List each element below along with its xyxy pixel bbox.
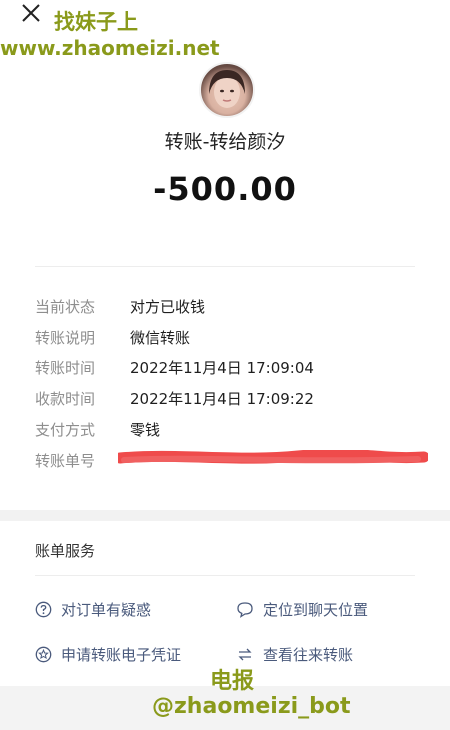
section-separator [0, 510, 450, 521]
service-view-transfers[interactable]: 查看往来转账 [236, 644, 353, 665]
services-title: 账单服务 [35, 542, 96, 560]
detail-label: 收款时间 [35, 390, 96, 408]
detail-value: 2022年11月4日 17:09:22 [130, 390, 314, 408]
detail-value: 微信转账 [130, 329, 191, 347]
avatar [199, 62, 255, 118]
detail-value: 对方已收钱 [130, 298, 206, 316]
service-label: 定位到聊天位置 [263, 601, 369, 619]
watermark-text: 找妹子上 [54, 10, 138, 34]
watermark-text: 电报 [210, 669, 255, 694]
redaction-scribble [118, 450, 428, 464]
close-icon[interactable] [20, 2, 42, 24]
service-request-certificate[interactable]: 申请转账电子凭证 [35, 644, 181, 665]
service-label: 对订单有疑惑 [61, 601, 152, 619]
divider [35, 266, 415, 267]
question-icon [35, 601, 52, 618]
service-locate-chat[interactable]: 定位到聊天位置 [236, 599, 368, 620]
detail-value: 零钱 [130, 421, 161, 439]
detail-label: 转账单号 [35, 452, 96, 470]
detail-label: 支付方式 [35, 421, 96, 439]
watermark-url: www.zhaomeizi.net [0, 36, 220, 60]
service-label: 申请转账电子凭证 [61, 646, 182, 664]
transfer-amount: -500.00 [153, 170, 297, 208]
service-label: 查看往来转账 [263, 646, 354, 664]
divider [35, 575, 415, 576]
chat-bubble-icon [237, 602, 253, 618]
service-question-order[interactable]: 对订单有疑惑 [35, 599, 151, 620]
detail-label: 转账说明 [35, 329, 96, 347]
exchange-icon [238, 648, 252, 661]
detail-label: 转账时间 [35, 359, 96, 377]
certificate-icon [35, 646, 52, 663]
detail-label: 当前状态 [35, 298, 96, 316]
detail-value: 2022年11月4日 17:09:04 [130, 359, 314, 377]
transfer-title: 转账-转给颜汐 [164, 131, 286, 153]
watermark-handle: @zhaomeizi_bot [152, 694, 351, 719]
